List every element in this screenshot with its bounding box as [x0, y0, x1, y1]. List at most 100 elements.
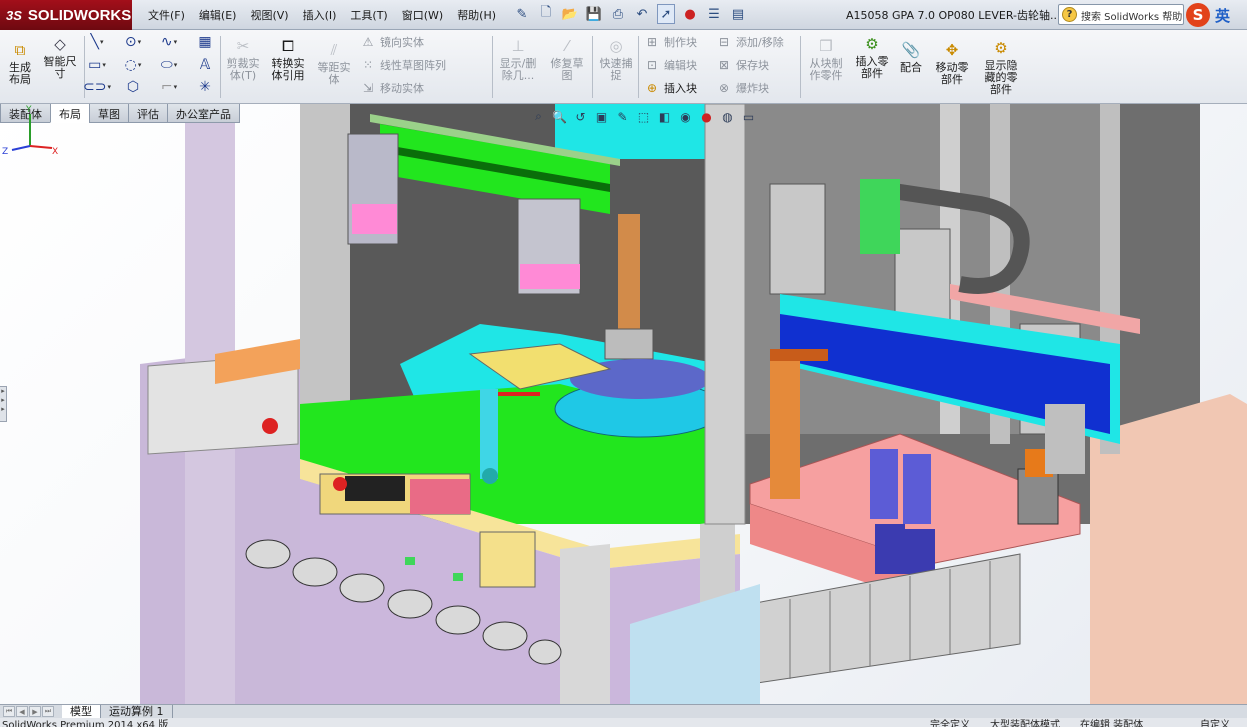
command-manager: ⧉ 生成 布局 ◇ 智能尺 寸 ╲ ▾ ⊙ ▾ ∿ ▾ ▦ ▭ ▾ ◌ ▾ ⬭ ▾ 𝔸 ⊂⊃…	[0, 30, 1247, 104]
tab-model[interactable]: 模型	[62, 705, 101, 718]
edit-appearance-icon[interactable]: ●	[698, 108, 715, 125]
ds-logo-mark: 3S	[6, 7, 22, 23]
make-block-button[interactable]: ⊞ 制作块	[644, 34, 697, 50]
file-properties-icon[interactable]: ☰	[705, 4, 723, 24]
generate-layout-label: 生成 布局	[9, 61, 31, 86]
trim-icon: ✂	[236, 37, 250, 55]
menu-edit[interactable]: 编辑(E)	[199, 7, 237, 23]
zoom-to-area-icon[interactable]: 🔍	[551, 108, 568, 125]
insert-block-icon: ⊕	[646, 81, 658, 95]
slot-icon[interactable]: ⊂⊃ ▾	[83, 78, 111, 96]
offset-entities-button[interactable]: ⫽ 等距实 体	[314, 40, 354, 86]
sketch-grid-icon[interactable]: ▦	[196, 33, 214, 51]
view-orientation-icon[interactable]: ⬚	[635, 108, 652, 125]
arc-icon[interactable]: ◌ ▾	[124, 56, 142, 74]
zoom-to-fit-icon[interactable]: ⌕	[530, 108, 547, 125]
move-entities-icon: ⇲	[362, 81, 374, 95]
insert-block-label: 插入块	[664, 82, 697, 95]
hide-show-items-icon[interactable]: ◉	[677, 108, 694, 125]
trim-entities-button[interactable]: ✂ 剪裁实 体(T)	[224, 36, 262, 82]
menu-file[interactable]: 文件(F)	[148, 7, 185, 23]
status-units[interactable]: 自定义	[1200, 718, 1230, 727]
show-hide-relations-button[interactable]: ⊥ 显示/删 除几...	[496, 36, 540, 82]
pin-icon[interactable]: ✎	[513, 4, 531, 24]
next-tab-icon[interactable]: ▶	[29, 706, 41, 717]
layout-icon: ⧉	[14, 41, 26, 59]
move-component-button[interactable]: ✥ 移动零 部件	[930, 40, 974, 86]
status-editing: 在编辑 装配体	[1080, 720, 1144, 727]
graphics-area[interactable]: 装配体 布局 草图 评估 办公室产品 ⌕ 🔍 ↺ ▣ ✎ ⬚ ◧ ◉ ● ◍ ▭…	[0, 104, 1247, 704]
dynamic-annotation-icon[interactable]: ✎	[614, 108, 631, 125]
display-style-icon[interactable]: ◧	[656, 108, 673, 125]
mate-button[interactable]: 📎 配合	[894, 40, 928, 74]
menu-tools[interactable]: 工具(T)	[350, 7, 387, 23]
panel-expand-handle[interactable]: ▸ ▸ ▸	[0, 386, 7, 422]
last-tab-icon[interactable]: ⏭	[42, 706, 54, 717]
quick-snaps-button[interactable]: ◎ 快速捕 捉	[596, 36, 636, 82]
save-icon[interactable]: 💾	[585, 4, 603, 24]
mirror-entities-button[interactable]: ⚠ 镜向实体	[360, 34, 424, 50]
convert-entities-icon: ⧠	[281, 37, 294, 55]
options-icon[interactable]: ▤	[729, 4, 747, 24]
quick-access-toolbar: ✎ 🗋 📂 💾 ⎙ ↶ ➚ ● ☰ ▤	[513, 4, 747, 24]
smart-dimension-icon: ◇	[54, 35, 66, 53]
tab-motion-study[interactable]: 运动算例 1	[101, 705, 173, 718]
insert-component-button[interactable]: ⚙ 插入零 部件	[852, 34, 892, 80]
tab-office-products[interactable]: 办公室产品	[167, 104, 240, 123]
tab-sketch[interactable]: 草图	[89, 104, 129, 123]
point-icon[interactable]: ✳	[196, 78, 214, 96]
repair-sketch-button[interactable]: ⁄ 修复草 图	[546, 36, 588, 82]
menu-view[interactable]: 视图(V)	[250, 7, 288, 23]
section-view-icon[interactable]: ▣	[593, 108, 610, 125]
view-settings-icon[interactable]: ▭	[740, 108, 757, 125]
select-pointer-icon[interactable]: ➚	[657, 4, 675, 24]
make-part-from-block-button[interactable]: ❒ 从块制 作零件	[804, 36, 848, 82]
apply-scene-icon[interactable]: ◍	[719, 108, 736, 125]
repair-sketch-label: 修复草 图	[550, 57, 584, 82]
menu-help[interactable]: 帮助(H)	[457, 7, 496, 23]
first-tab-icon[interactable]: ⏮	[3, 706, 15, 717]
menu-insert[interactable]: 插入(I)	[303, 7, 337, 23]
insert-block-button[interactable]: ⊕ 插入块	[644, 80, 697, 96]
generate-layout-button[interactable]: ⧉ 生成 布局	[4, 40, 36, 86]
reference-triad: Y X Z	[2, 105, 58, 156]
move-entities-button[interactable]: ⇲ 移动实体	[360, 80, 424, 96]
prev-tab-icon[interactable]: ◀	[16, 706, 28, 717]
undo-icon[interactable]: ↶	[633, 4, 651, 24]
text-icon[interactable]: 𝔸	[196, 56, 214, 74]
rectangle-icon[interactable]: ▭ ▾	[88, 56, 106, 74]
trim-entities-label: 剪裁实 体(T)	[226, 57, 260, 82]
title-bar: 3S SOLIDWORKS 文件(F) 编辑(E) 视图(V) 插入(I) 工具…	[0, 0, 1247, 30]
menu-window[interactable]: 窗口(W)	[402, 7, 443, 23]
explode-block-button[interactable]: ⊗ 爆炸块	[716, 80, 769, 96]
document-title: A15058 GPA 7.0 OP080 LEVER-齿轮轴...	[846, 9, 1061, 22]
solidworks-logo[interactable]: 3S SOLIDWORKS	[0, 0, 132, 30]
menu-bar: 文件(F) 编辑(E) 视图(V) 插入(I) 工具(T) 窗口(W) 帮助(H…	[148, 7, 510, 23]
previous-view-icon[interactable]: ↺	[572, 108, 589, 125]
polygon-icon[interactable]: ⬡	[124, 78, 142, 96]
help-search-input[interactable]: ? 搜索 SolidWorks 帮助	[1058, 4, 1184, 25]
convert-entities-button[interactable]: ⧠ 转换实 体引用	[268, 36, 308, 82]
ime-indicator[interactable]: S 英	[1186, 2, 1247, 28]
edit-block-button[interactable]: ⊡ 编辑块	[644, 57, 697, 73]
circle-icon[interactable]: ⊙ ▾	[124, 33, 142, 51]
mirror-icon: ⚠	[362, 35, 374, 49]
fillet-icon[interactable]: ⌐ ▾	[160, 78, 178, 96]
assembly-model[interactable]	[0, 104, 1247, 704]
rebuild-traffic-light-icon[interactable]: ●	[681, 4, 699, 24]
bottom-tab-bar: ⏮ ◀ ▶ ⏭ 模型 运动算例 1	[0, 704, 1247, 718]
make-part-icon: ❒	[819, 37, 833, 55]
add-remove-button[interactable]: ⊟ 添加/移除	[716, 34, 784, 50]
linear-pattern-button[interactable]: ⁙ 线性草图阵列	[360, 57, 446, 73]
tab-evaluate[interactable]: 评估	[128, 104, 168, 123]
ellipse-icon[interactable]: ⬭ ▾	[160, 56, 178, 74]
show-hidden-components-button[interactable]: ⚙ 显示隐 藏的零 部件	[978, 38, 1024, 96]
new-document-icon[interactable]: 🗋	[537, 4, 555, 24]
line-icon[interactable]: ╲ ▾	[88, 33, 106, 51]
open-folder-icon[interactable]: 📂	[561, 4, 579, 24]
save-block-button[interactable]: ⊠ 保存块	[716, 57, 769, 73]
spline-icon[interactable]: ∿ ▾	[160, 33, 178, 51]
print-icon[interactable]: ⎙	[609, 4, 627, 24]
smart-dimension-button[interactable]: ◇ 智能尺 寸	[40, 34, 80, 80]
explode-block-icon: ⊗	[718, 81, 730, 95]
